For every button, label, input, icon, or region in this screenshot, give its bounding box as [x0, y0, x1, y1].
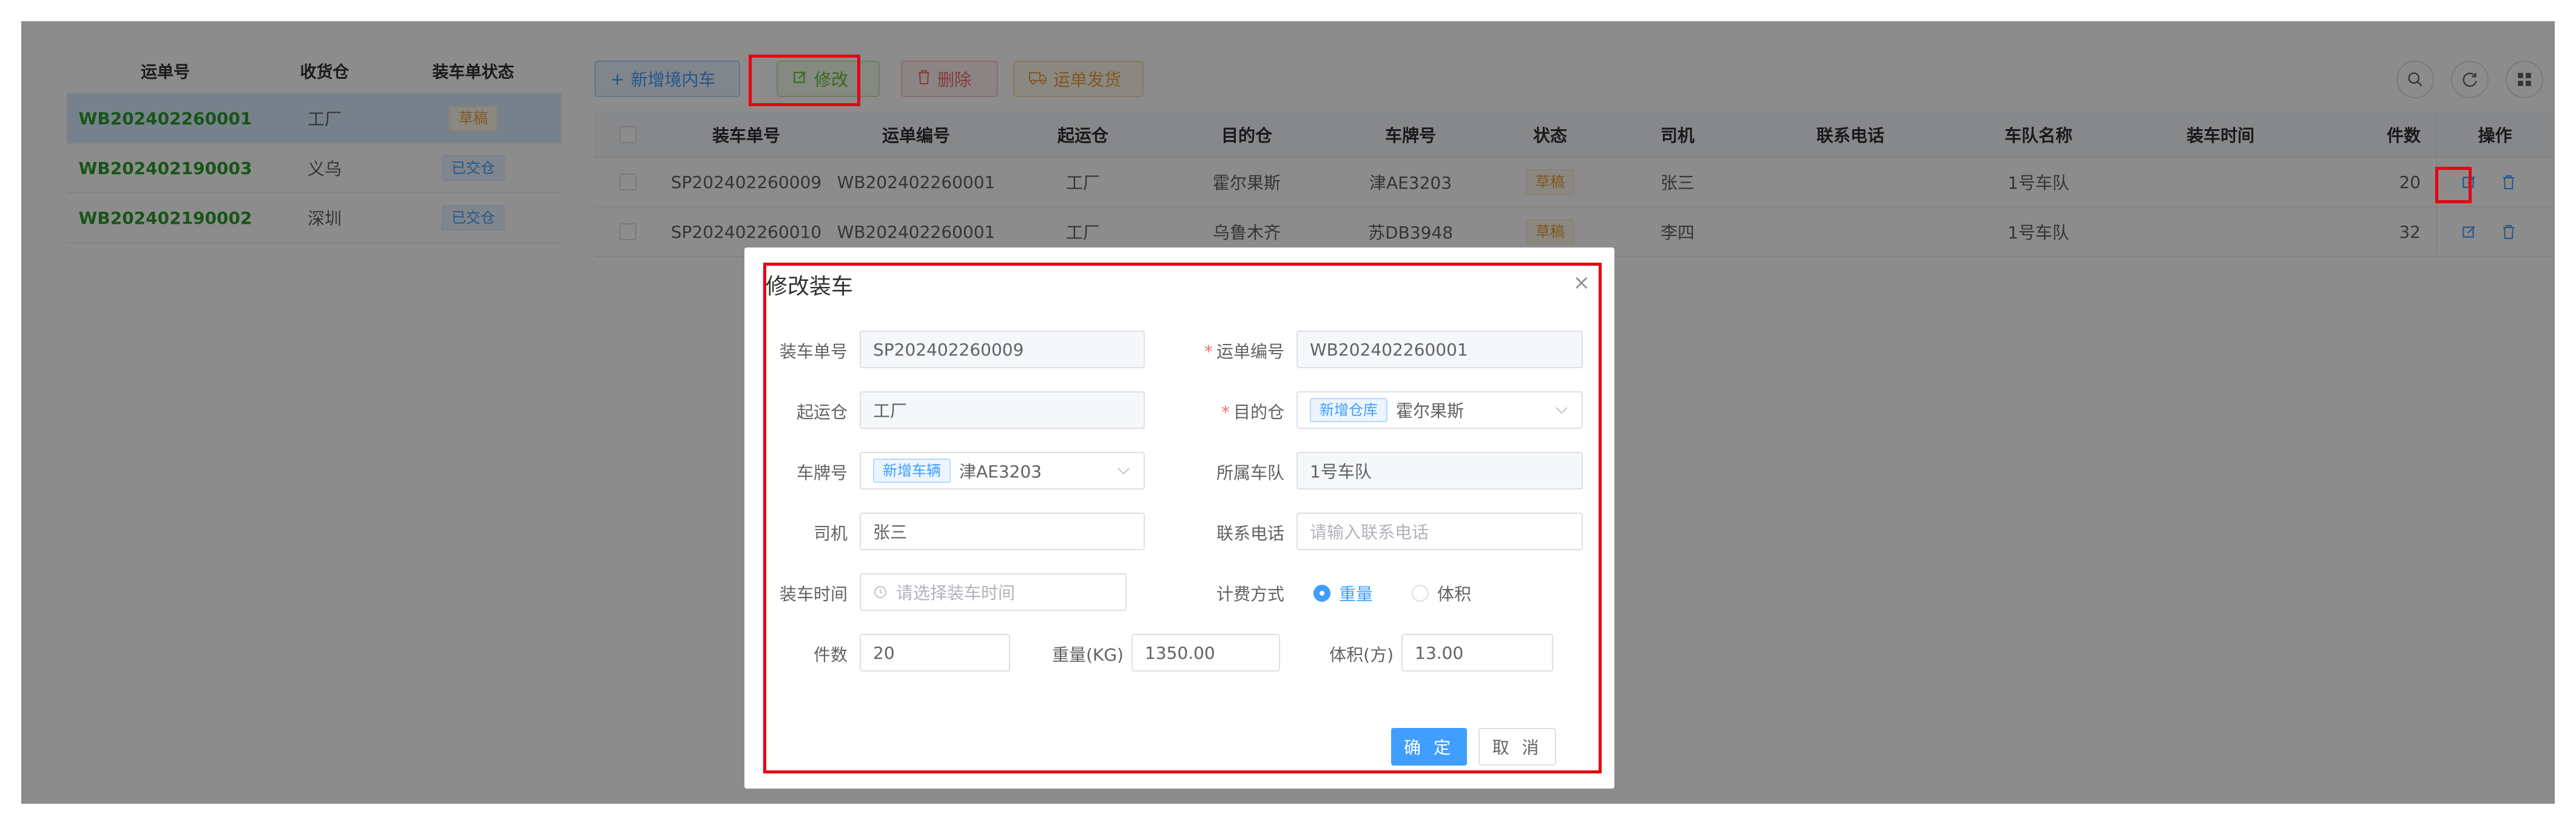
highlight-edit-dialog: [763, 263, 1602, 773]
highlight-edit-button: [749, 55, 860, 106]
highlight-row-edit-icon: [2435, 167, 2472, 203]
app-frame: 运单号 收货仓 装车单状态 WB202402260001 工厂 草稿 WB202…: [21, 21, 2555, 804]
